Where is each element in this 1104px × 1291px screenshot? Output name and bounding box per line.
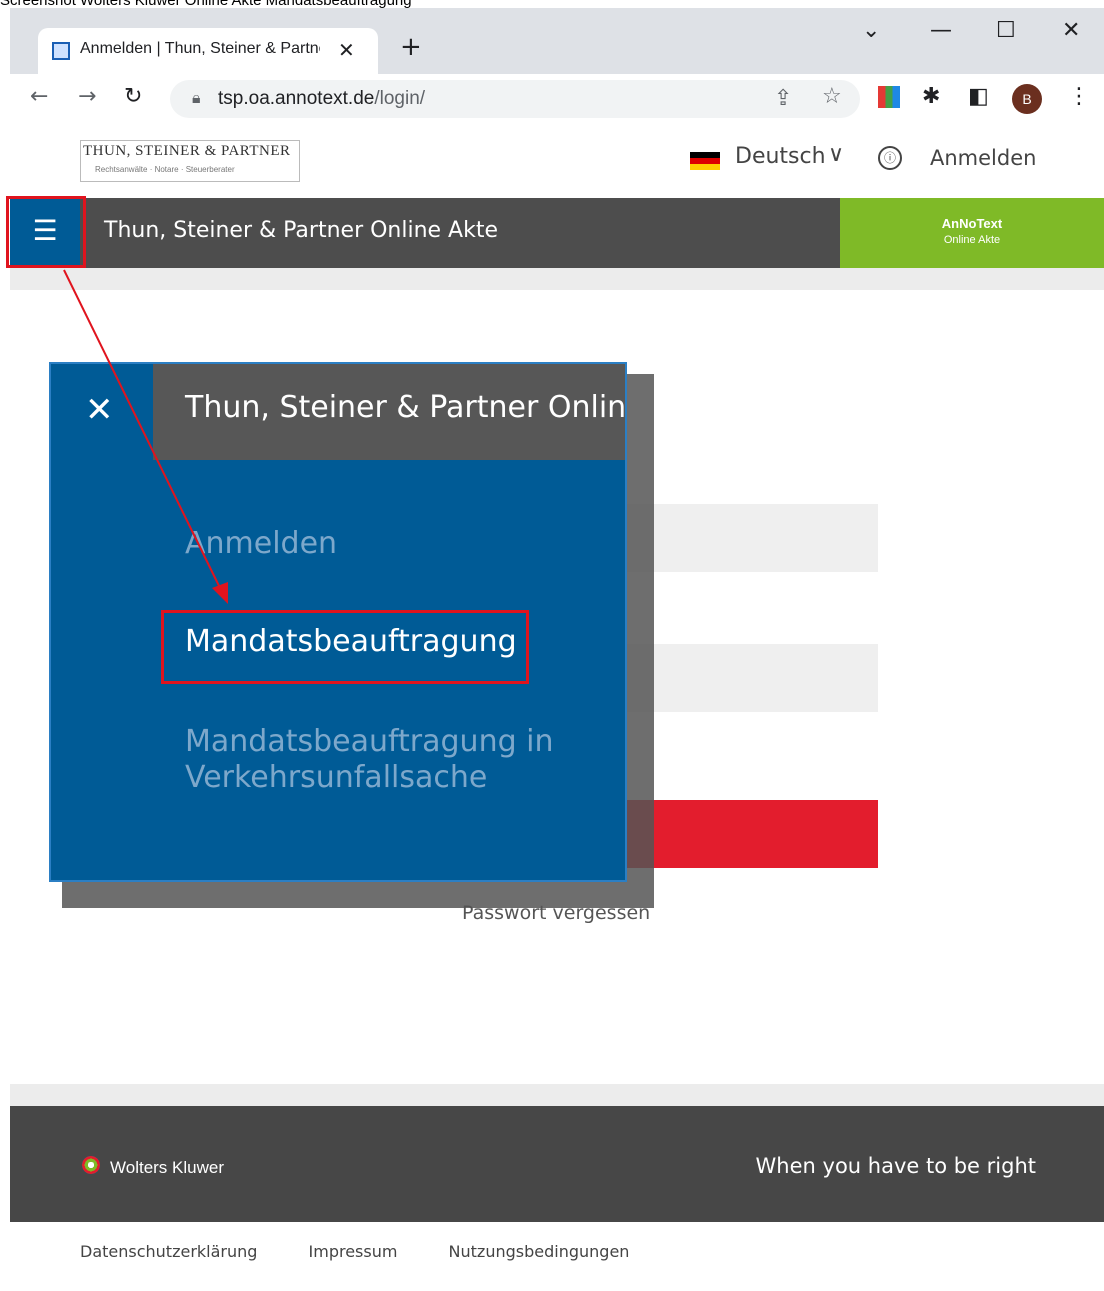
annotation-arrow xyxy=(63,269,228,604)
